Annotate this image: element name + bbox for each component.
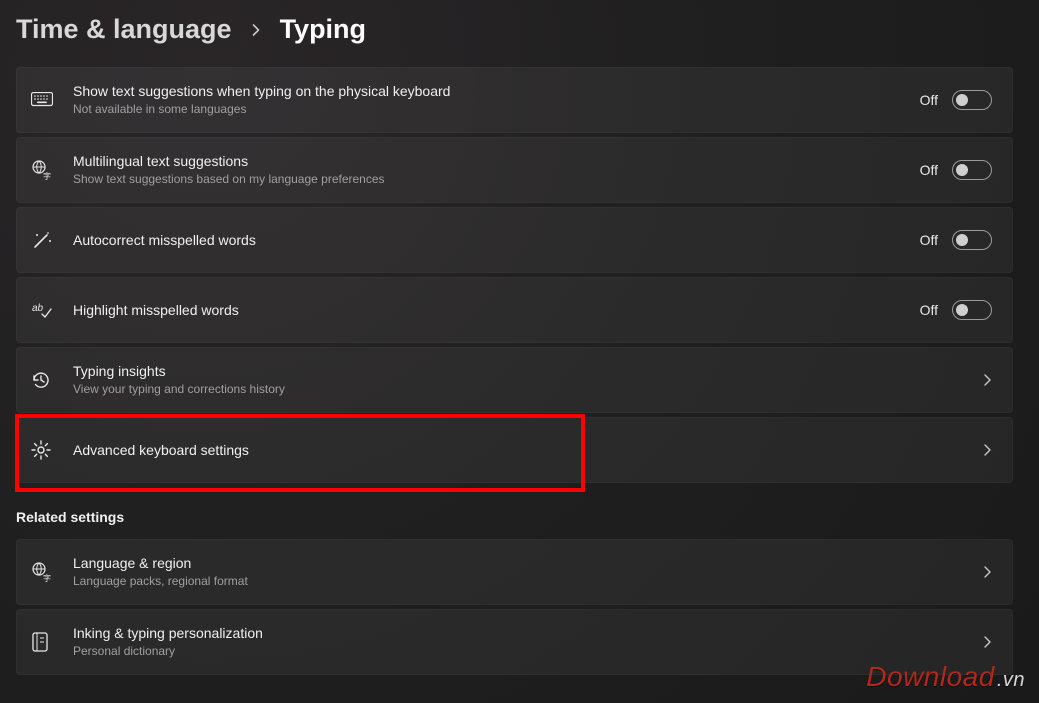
row-title: Autocorrect misspelled words [73, 231, 920, 249]
row-title: Advanced keyboard settings [73, 441, 982, 459]
toggle-switch[interactable] [952, 160, 992, 180]
row-language-region[interactable]: 字 Language & region Language packs, regi… [16, 539, 1013, 605]
wand-icon [31, 229, 73, 251]
toggle-switch[interactable] [952, 230, 992, 250]
row-title: Show text suggestions when typing on the… [73, 82, 920, 100]
row-advanced-keyboard-settings[interactable]: Advanced keyboard settings [16, 417, 1013, 483]
row-highlight-misspelled[interactable]: ab Highlight misspelled words Off [16, 277, 1013, 343]
chevron-right-icon [982, 443, 992, 457]
row-typing-insights[interactable]: Typing insights View your typing and cor… [16, 347, 1013, 413]
row-title: Inking & typing personalization [73, 624, 982, 642]
row-title: Highlight misspelled words [73, 301, 920, 319]
svg-text:字: 字 [43, 171, 51, 181]
watermark: Download.vn [866, 661, 1025, 693]
row-title: Typing insights [73, 362, 982, 380]
section-heading-related: Related settings [16, 509, 1013, 525]
globe-language-icon: 字 [31, 561, 73, 583]
spellcheck-icon: ab [31, 299, 73, 321]
chevron-right-icon [982, 635, 992, 649]
row-inking-typing-personalization[interactable]: Inking & typing personalization Personal… [16, 609, 1013, 675]
row-multilingual-suggestions[interactable]: 字 Multilingual text suggestions Show tex… [16, 137, 1013, 203]
globe-language-icon: 字 [31, 159, 73, 181]
row-subtitle: Language packs, regional format [73, 574, 982, 590]
row-subtitle: Not available in some languages [73, 102, 920, 118]
watermark-suffix: .vn [997, 669, 1025, 691]
keyboard-icon [31, 92, 73, 108]
chevron-right-icon [982, 373, 992, 387]
row-autocorrect[interactable]: Autocorrect misspelled words Off [16, 207, 1013, 273]
chevron-right-icon [982, 565, 992, 579]
toggle-state-label: Off [920, 92, 938, 108]
toggle-state-label: Off [920, 162, 938, 178]
row-subtitle: View your typing and corrections history [73, 382, 982, 398]
svg-text:字: 字 [43, 573, 51, 583]
svg-text:ab: ab [32, 303, 44, 314]
breadcrumb: Time & language Typing [16, 14, 1023, 45]
row-title: Language & region [73, 554, 982, 572]
row-subtitle: Personal dictionary [73, 644, 982, 660]
row-subtitle: Show text suggestions based on my langua… [73, 172, 920, 188]
gear-icon [31, 440, 73, 460]
breadcrumb-current: Typing [280, 14, 366, 45]
history-icon [31, 370, 73, 390]
toggle-state-label: Off [920, 302, 938, 318]
toggle-switch[interactable] [952, 90, 992, 110]
row-title: Multilingual text suggestions [73, 152, 920, 170]
row-text-suggestions[interactable]: Show text suggestions when typing on the… [16, 67, 1013, 133]
chevron-right-icon [250, 24, 262, 36]
toggle-state-label: Off [920, 232, 938, 248]
notebook-icon [31, 632, 73, 652]
watermark-brand: Download [866, 661, 995, 692]
breadcrumb-parent[interactable]: Time & language [16, 14, 232, 45]
toggle-switch[interactable] [952, 300, 992, 320]
